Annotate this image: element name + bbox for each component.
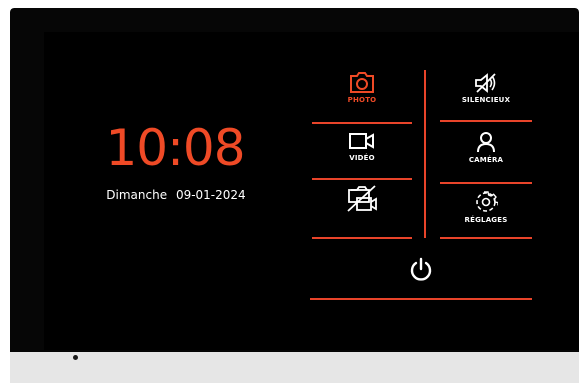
camera-label: CAMÉRA: [468, 156, 504, 164]
device-bottom-strip: [10, 352, 579, 383]
intercom-device: 10:08 Dimanche 09-01-2024 PHOTO SILENCIE…: [10, 8, 579, 383]
power-button[interactable]: [310, 252, 532, 300]
tile-underline: [312, 178, 412, 180]
settings-button[interactable]: RÉGLAGES: [440, 190, 532, 239]
video-label: VIDÉO: [349, 154, 375, 162]
video-off-button[interactable]: [312, 184, 412, 239]
menu-divider: [424, 70, 426, 238]
power-icon: [410, 257, 432, 281]
video-camera-icon: [349, 133, 374, 149]
video-disabled-icon: [347, 185, 377, 212]
tile-underline: [440, 182, 532, 184]
device-bezel: 10:08 Dimanche 09-01-2024 PHOTO SILENCIE…: [10, 8, 579, 352]
camera-photo-icon: [350, 72, 374, 93]
gear-icon: [476, 191, 498, 212]
clock-date: Dimanche 09-01-2024: [96, 188, 256, 202]
clock-time: 10:08: [105, 119, 245, 177]
video-button[interactable]: VIDÉO: [312, 130, 412, 180]
tile-underline: [440, 120, 532, 122]
speaker-muted-icon: [475, 73, 496, 93]
person-icon: [477, 132, 495, 153]
silence-button[interactable]: SILENCIEUX: [440, 72, 532, 122]
clock-day: Dimanche: [106, 188, 168, 202]
tile-underline: [440, 237, 532, 239]
photo-label: PHOTO: [347, 96, 377, 104]
power-underline: [310, 298, 532, 300]
clock-date-value: 09-01-2024: [175, 188, 246, 202]
indicator-dot: [73, 355, 78, 360]
tile-underline: [312, 237, 412, 239]
photo-button[interactable]: PHOTO: [312, 72, 412, 124]
settings-label: RÉGLAGES: [464, 216, 508, 224]
tile-underline: [312, 122, 412, 124]
silence-label: SILENCIEUX: [461, 96, 511, 104]
camera-button[interactable]: CAMÉRA: [440, 130, 532, 184]
